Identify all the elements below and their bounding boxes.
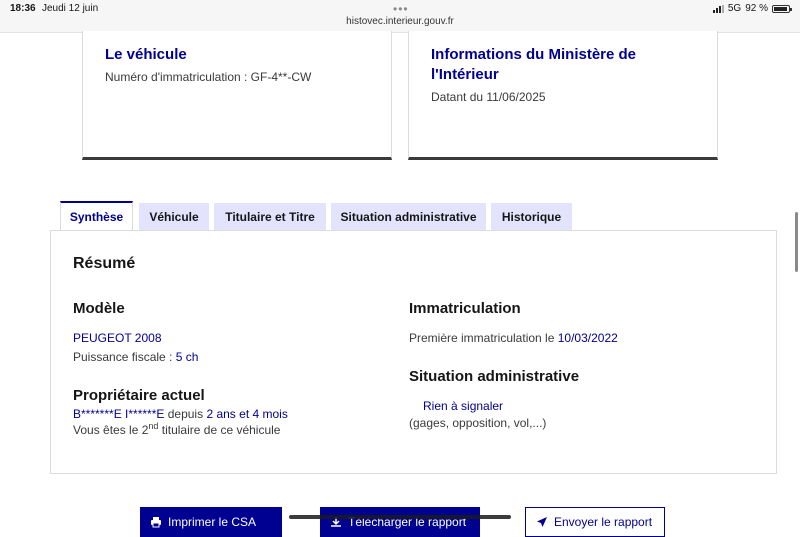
address-bar[interactable]: histovec.interieur.gouv.fr xyxy=(0,16,800,27)
download-report-button[interactable]: Télécharger le rapport xyxy=(320,507,480,537)
owner-rank-sup: nd xyxy=(148,421,159,431)
system-indicators: 5G 92 % xyxy=(712,3,792,14)
first-registration: Première immatriculation le 10/03/2022 xyxy=(409,331,618,345)
plate-number: Numéro d'immatriculation : GF-4**-CW xyxy=(105,70,312,84)
clock: 18:36 xyxy=(10,3,36,14)
network-label: 5G xyxy=(727,3,742,14)
scrollbar[interactable] xyxy=(795,212,798,272)
date: Jeudi 12 juin xyxy=(42,3,99,14)
owner-name: B*******E I******E xyxy=(73,407,165,421)
printer-icon xyxy=(151,517,161,528)
owner-rank-suffix: titulaire de ce véhicule xyxy=(161,423,281,437)
ministry-card-title: Informations du Ministère de l'Intérieur xyxy=(431,46,637,83)
owner-line: B*******E I******E depuis 2 ans et 4 moi… xyxy=(73,407,288,421)
owner-since-value: 2 ans et 4 mois xyxy=(206,407,288,421)
fiscal-power-value: 5 ch xyxy=(175,350,199,364)
print-csa-label: Imprimer le CSA xyxy=(168,515,257,529)
admin-details: (gages, opposition, vol,...) xyxy=(409,416,547,430)
battery-icon xyxy=(772,4,792,13)
fiscal-power: Puissance fiscale : 5 ch xyxy=(73,350,198,364)
owner-heading: Propriétaire actuel xyxy=(73,387,205,404)
owner-since-prefix: depuis xyxy=(167,407,204,421)
signal-icon xyxy=(712,4,724,13)
battery-label: 92 % xyxy=(745,3,768,14)
summary-panel: Résumé Modèle PEUGEOT 2008 Puissance fis… xyxy=(50,230,777,474)
browser-status-bar: 18:36 Jeudi 12 juin ••• histovec.interie… xyxy=(0,0,800,33)
more-dots-icon[interactable]: ••• xyxy=(393,2,409,16)
fiscal-power-label: Puissance fiscale : xyxy=(73,350,173,364)
first-registration-date: 10/03/2022 xyxy=(557,331,618,345)
tab-titulaire[interactable]: Titulaire et Titre xyxy=(214,203,326,230)
owner-rank-prefix: Vous êtes le 2 xyxy=(73,423,149,437)
send-report-label: Envoyer le rapport xyxy=(554,515,653,529)
ministry-card: Informations du Ministère de l'Intérieur… xyxy=(408,31,718,160)
tab-vehicule[interactable]: Véhicule xyxy=(139,203,209,230)
model-heading: Modèle xyxy=(73,300,125,317)
send-report-button[interactable]: Envoyer le rapport xyxy=(525,507,665,537)
send-icon xyxy=(537,517,547,527)
tab-situation[interactable]: Situation administrative xyxy=(331,203,486,230)
registration-heading: Immatriculation xyxy=(409,300,521,317)
model-name: PEUGEOT 2008 xyxy=(73,331,162,345)
home-indicator[interactable] xyxy=(289,515,511,519)
owner-rank: Vous êtes le 2nd titulaire de ce véhicul… xyxy=(73,421,280,437)
ministry-date: Datant du 11/06/2025 xyxy=(431,90,546,104)
admin-status: Rien à signaler xyxy=(423,399,504,413)
tab-historique[interactable]: Historique xyxy=(491,203,572,230)
print-csa-button[interactable]: Imprimer le CSA xyxy=(140,507,282,537)
summary-heading: Résumé xyxy=(73,255,136,272)
admin-heading: Situation administrative xyxy=(409,368,580,385)
first-registration-label: Première immatriculation le xyxy=(409,331,555,345)
vehicle-card: Le véhicule Numéro d'immatriculation : G… xyxy=(82,31,392,160)
tab-synthese[interactable]: Synthèse xyxy=(60,201,133,231)
vehicle-card-title: Le véhicule xyxy=(105,46,187,63)
